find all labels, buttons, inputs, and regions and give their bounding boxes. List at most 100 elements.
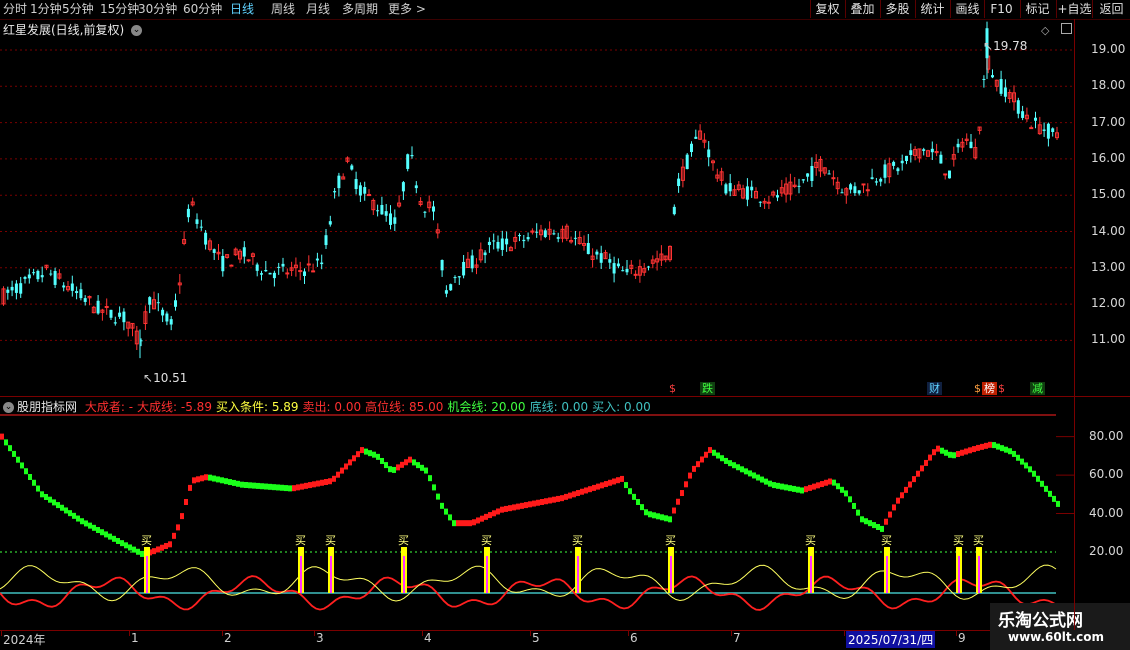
candle-body (956, 143, 960, 148)
trend-block (212, 475, 216, 482)
trend-block (916, 470, 920, 477)
indicator-chart[interactable]: 买买买买买买买买买买买 (0, 397, 1074, 629)
signal-marker: 跌 (700, 382, 715, 395)
period-tab-5[interactable]: 60分钟 (183, 1, 222, 18)
trend-block (52, 499, 56, 506)
signal-marker: 榜 (982, 382, 997, 395)
candle-body (27, 274, 31, 279)
toolbar-button-2[interactable]: 多股 (880, 0, 914, 18)
price-axis-label: 16.00 (1091, 150, 1126, 165)
trend-block (464, 520, 468, 527)
candle-body (169, 319, 173, 325)
trend-block (1024, 462, 1028, 469)
diamond-icon[interactable]: ◇ (1041, 24, 1049, 37)
period-tab-2[interactable]: 5分钟 (62, 1, 94, 18)
period-tab-1[interactable]: 1分钟 (30, 1, 62, 18)
trend-block (948, 451, 952, 458)
trend-block (132, 546, 136, 553)
candle-body (612, 263, 616, 274)
date-label: 7 (733, 631, 741, 645)
trend-block (116, 538, 120, 544)
signal-marker: 财 (927, 382, 942, 395)
candle-body (423, 211, 427, 213)
candlestick-chart[interactable] (0, 19, 1074, 396)
chart-title[interactable]: 红星发展(日线,前复权) ⌄ (3, 21, 143, 38)
buy-label: 买 (141, 534, 152, 547)
toolbar-button-4[interactable]: 画线 (950, 0, 984, 18)
trend-block (176, 524, 180, 531)
candle-body (32, 272, 36, 274)
trend-block (324, 479, 328, 485)
toolbar-button-5[interactable]: F10 (984, 0, 1018, 18)
candle-body (354, 179, 358, 190)
trend-block (748, 470, 752, 477)
period-tab-8[interactable]: 月线 (306, 1, 330, 18)
candle-body (350, 165, 354, 170)
period-tab-3[interactable]: 15分钟 (100, 1, 139, 18)
trend-block (868, 520, 872, 527)
toolbar-button-1[interactable]: 叠加 (845, 0, 879, 18)
trend-block (640, 504, 644, 511)
trend-block (448, 514, 452, 521)
toolbar-button-8[interactable]: 返回 (1092, 0, 1130, 18)
trend-block (68, 510, 72, 517)
period-tab-10[interactable]: 更多 > (388, 1, 426, 18)
trend-block (724, 457, 728, 464)
candle-body (685, 154, 689, 170)
candle-body (496, 241, 500, 249)
trend-block (528, 501, 532, 508)
candle-body (457, 276, 461, 278)
candle-body (857, 190, 861, 194)
date-label: 9 (958, 631, 966, 645)
trend-block (668, 516, 672, 523)
trend-block (636, 499, 640, 505)
trend-block (236, 480, 240, 487)
chevron-down-icon[interactable]: ⌄ (131, 25, 143, 36)
trend-block (384, 462, 388, 469)
candle-body (432, 206, 435, 212)
period-tab-7[interactable]: 周线 (271, 1, 295, 18)
buy-bar-core (577, 556, 579, 593)
trend-block (124, 542, 128, 549)
trend-block (552, 496, 556, 503)
candle-body (892, 161, 896, 166)
trend-block (612, 478, 616, 485)
trend-block (380, 457, 384, 464)
candle-body (401, 182, 405, 192)
candle-body (389, 213, 392, 225)
trend-block (112, 535, 116, 542)
trend-block (844, 490, 848, 497)
trend-block (412, 459, 416, 466)
date-tick (129, 630, 130, 636)
candle-body (393, 217, 397, 224)
buy-bar-core (958, 556, 960, 593)
candle-body (969, 141, 973, 149)
toolbar-button-3[interactable]: 统计 (915, 0, 949, 18)
period-tab-9[interactable]: 多周期 (342, 1, 378, 18)
toolbar-button-0[interactable]: 复权 (810, 0, 844, 18)
candle-body (161, 309, 165, 316)
trend-block (368, 450, 372, 457)
period-tab-0[interactable]: 分时 (3, 1, 27, 18)
trend-block (292, 485, 296, 492)
trend-block (644, 509, 648, 516)
candle-body (406, 154, 410, 169)
period-tab-4[interactable]: 30分钟 (138, 1, 177, 18)
trend-block (360, 447, 364, 454)
date-tick (628, 630, 629, 636)
trend-block (228, 479, 232, 486)
crosshair-date: 2025/07/31/四 (846, 631, 936, 648)
trend-block (24, 468, 28, 475)
trend-block (960, 449, 964, 456)
panel-toggle-icon[interactable] (1061, 23, 1072, 34)
candle-body (70, 283, 74, 291)
trend-block (620, 475, 624, 482)
trend-block (488, 512, 492, 519)
candle-body (380, 204, 384, 215)
toolbar-button-6[interactable]: 标记 (1020, 0, 1054, 18)
buy-label: 买 (665, 534, 676, 547)
candle-body (1003, 87, 1007, 97)
period-tab-6[interactable]: 日线 (230, 1, 254, 18)
toolbar-button-7[interactable]: +自选 (1056, 0, 1092, 18)
candle-body (440, 260, 444, 271)
